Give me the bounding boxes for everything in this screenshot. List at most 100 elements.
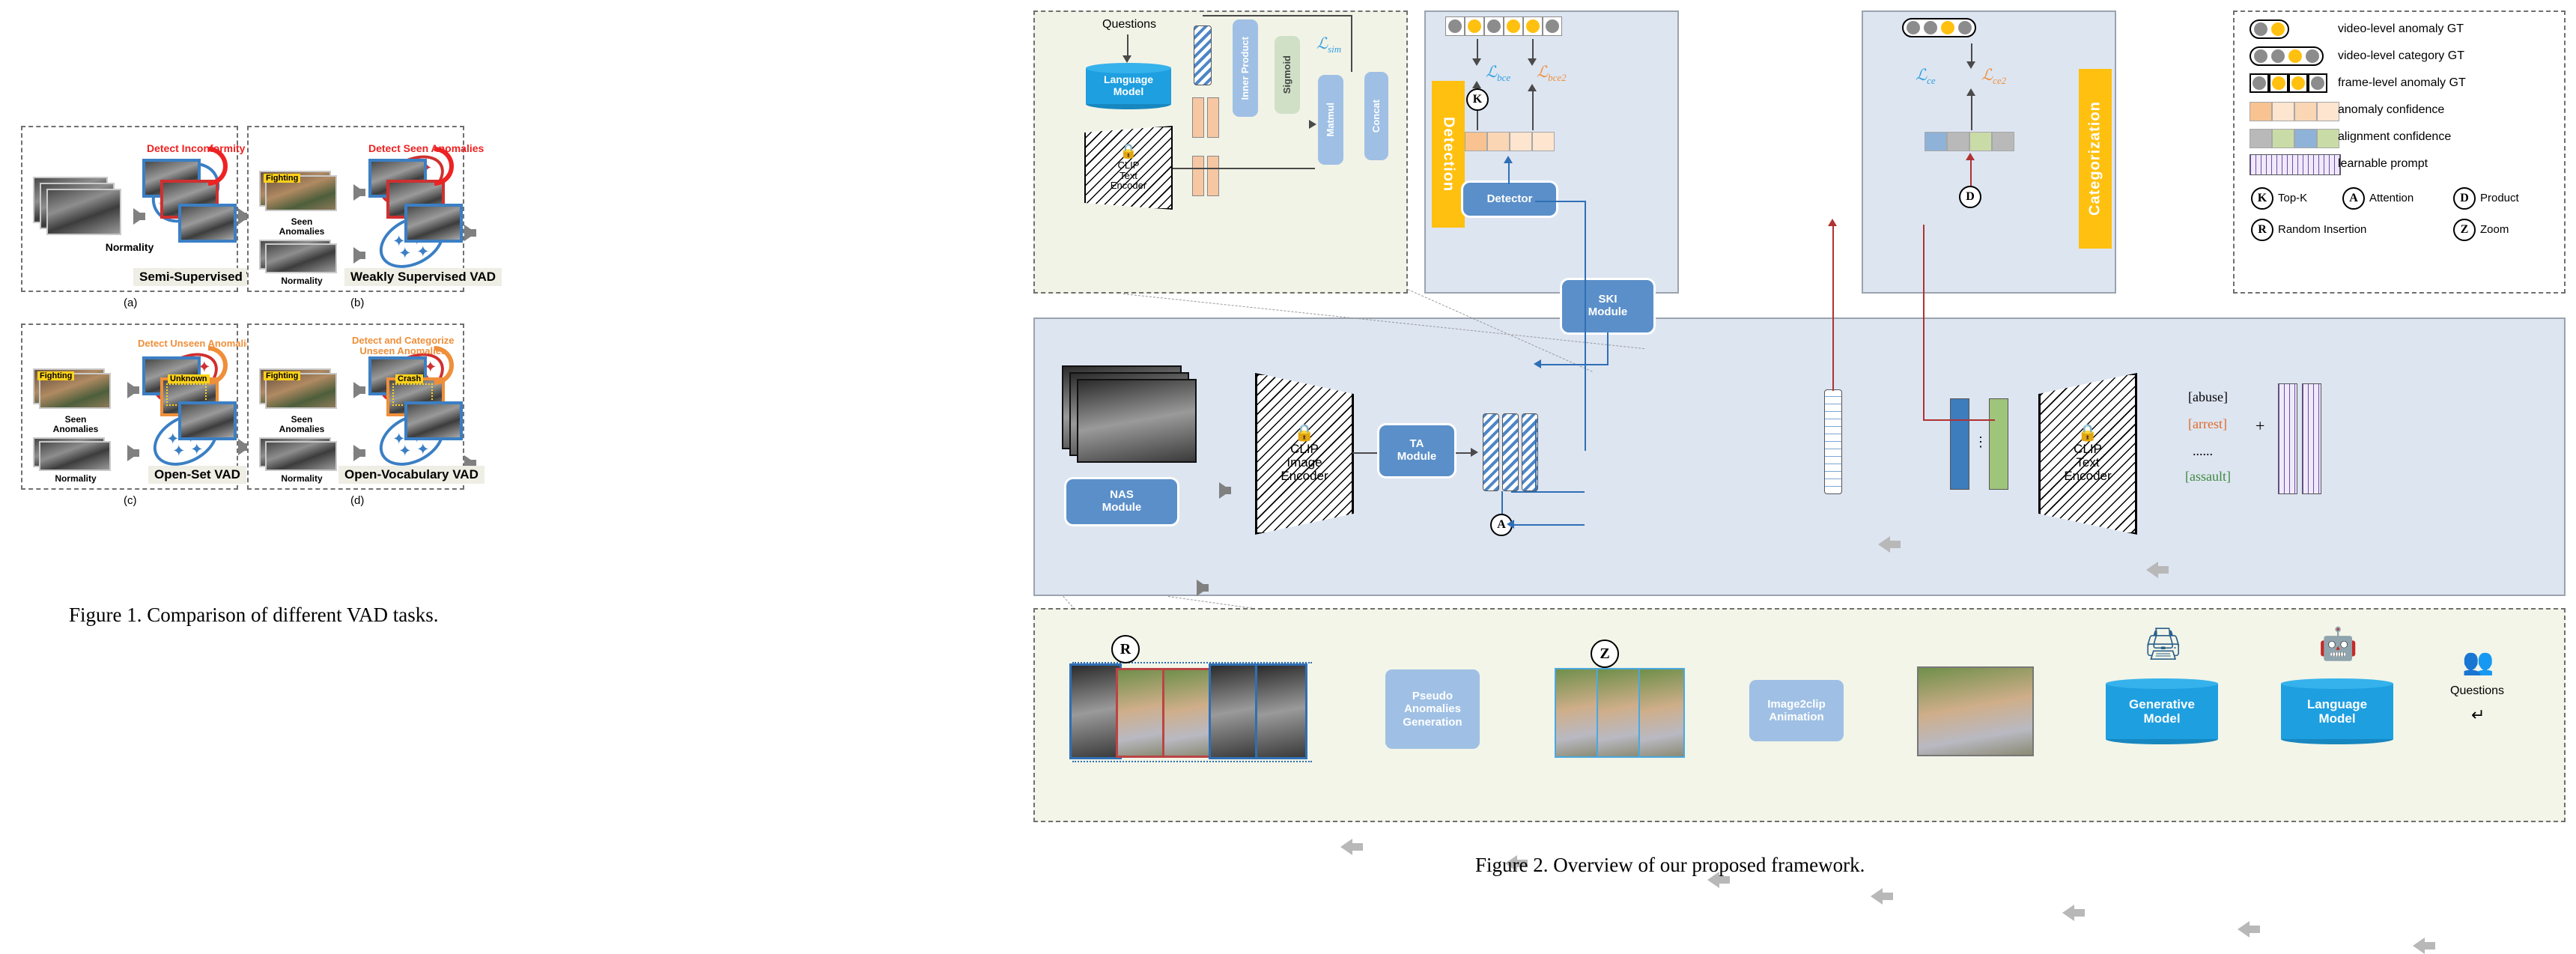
gt-cell bbox=[2269, 73, 2288, 93]
ski-text-feature-c bbox=[1192, 156, 1204, 196]
detector-box: Detector bbox=[1463, 183, 1556, 216]
detection-gt-row bbox=[1445, 16, 1562, 36]
f1c-action-text: Detect Unseen Anomalies bbox=[138, 338, 258, 349]
conf-cell bbox=[1532, 132, 1555, 151]
detector-down-hline bbox=[1511, 491, 1585, 493]
class-word-arrest: [arrest] bbox=[2188, 416, 2227, 431]
anomaly-confidence-row bbox=[1465, 132, 1555, 151]
conf-cell bbox=[1487, 132, 1510, 151]
gen-output-bottom-guide bbox=[1072, 761, 1312, 762]
image2clip-label: Image2clip Animation bbox=[1767, 697, 1826, 723]
ski-questions-arrow bbox=[1123, 55, 1131, 63]
class-word-ellipsis: ...... bbox=[2193, 443, 2213, 458]
f1c-badge: Fighting bbox=[37, 371, 75, 380]
dot-yellow bbox=[1941, 21, 1954, 34]
embedding-ellipsis: ⋮ bbox=[1974, 434, 1987, 449]
ski-matmul: Matmul bbox=[1318, 75, 1343, 165]
ski-text-feature-a bbox=[1192, 97, 1204, 138]
ski-module: SKI Module bbox=[1562, 280, 1653, 332]
align-cell bbox=[1947, 132, 1969, 151]
class-plus-sign: + bbox=[2255, 416, 2265, 435]
gen-output-frame-2 bbox=[1116, 668, 1168, 758]
legend-badge-product-label: Product bbox=[2480, 192, 2519, 204]
gt-cell bbox=[1484, 16, 1504, 36]
text-embedding-green bbox=[1989, 398, 2008, 490]
ski-loss-sim: ℒsim bbox=[1316, 34, 1342, 55]
gen-output-top-guide bbox=[1072, 662, 1312, 663]
f1d-id: (d) bbox=[350, 494, 365, 507]
ski-feature-arrow bbox=[1534, 359, 1541, 368]
generative-model: Generative Model bbox=[2106, 678, 2218, 744]
ski-inner-product-label: Inner Product bbox=[1239, 36, 1251, 100]
generation-questions-label: Questions bbox=[2450, 684, 2505, 697]
f1d-crash-label: Crash bbox=[395, 374, 424, 383]
lock-icon: 🔒 bbox=[2077, 423, 2098, 443]
langmodel-to-genmodel-arrow bbox=[2238, 921, 2260, 938]
gen-output-frame-1 bbox=[1069, 663, 1122, 759]
conf-cell bbox=[2317, 102, 2339, 121]
f1c-unknown-label: Unknown bbox=[168, 374, 210, 383]
video-to-encoder-arrow bbox=[1219, 482, 1231, 499]
ski-language-model-label: Language Model bbox=[1103, 73, 1154, 97]
ski-line-2 bbox=[1351, 15, 1352, 72]
detection-gt-arrow-1 bbox=[1472, 58, 1481, 66]
attention-arrow bbox=[1507, 520, 1514, 529]
dot-grey bbox=[1958, 21, 1972, 34]
ta-to-feat-line bbox=[1456, 452, 1472, 454]
ski-question-feature bbox=[1194, 25, 1212, 85]
anim-frame-3 bbox=[1638, 668, 1685, 758]
lock-icon: 🔒 bbox=[1120, 144, 1137, 160]
align-cell bbox=[1925, 132, 1947, 151]
ski-module-label: SKI Module bbox=[1588, 293, 1628, 318]
detection-up-line-2 bbox=[1532, 91, 1534, 130]
pseudo-to-output-arrow bbox=[1340, 839, 1363, 855]
ta-module: TA Module bbox=[1379, 425, 1454, 476]
ski-matmul-label: Matmul bbox=[1324, 103, 1336, 137]
generative-model-label: Generative Model bbox=[2129, 696, 2195, 726]
f1d-badge: Fighting bbox=[264, 371, 301, 380]
token-to-product-arrow bbox=[1828, 219, 1837, 226]
f1b-id: (b) bbox=[350, 297, 365, 309]
f1d-tag: Open-Vocabulary VAD bbox=[338, 466, 484, 484]
conf-cell bbox=[2272, 102, 2294, 121]
dot-yellow bbox=[1526, 19, 1540, 33]
random-insertion-badge: R bbox=[1111, 635, 1140, 663]
alignment-confidence-row bbox=[1925, 132, 2014, 151]
ski-line-3 bbox=[1173, 168, 1315, 169]
categorization-panel bbox=[1862, 10, 2116, 294]
legend-label-2: frame-level anomaly GT bbox=[2338, 76, 2466, 89]
topk-badge: K bbox=[1466, 88, 1489, 111]
detector-hline bbox=[1535, 201, 1586, 202]
class-word-abuse: [abuse] bbox=[2188, 389, 2228, 404]
ski-questions-label: Questions bbox=[1102, 18, 1157, 31]
pseudo-anomalies-label: Pseudo Anomalies Generation bbox=[1403, 690, 1462, 729]
clip-image-encoder: 🔒 CLIP Image Encoder bbox=[1255, 373, 1354, 535]
loss-ce: ℒce bbox=[1916, 66, 1936, 87]
f1a-id: (a) bbox=[124, 297, 138, 309]
ski-concat-label: Concat bbox=[1370, 99, 1382, 133]
legend-badge-product: D bbox=[2453, 187, 2476, 210]
gt-cell bbox=[1504, 16, 1523, 36]
align-cell bbox=[1969, 132, 1992, 151]
generated-image bbox=[1917, 666, 2034, 756]
ski-sigmoid-label: Sigmoid bbox=[1281, 55, 1292, 94]
detection-gt-line-2 bbox=[1532, 39, 1534, 60]
text-to-token-arrow bbox=[1878, 536, 1901, 553]
text-embedding-blue bbox=[1950, 398, 1969, 490]
ski-inner-product: Inner Product bbox=[1233, 19, 1258, 117]
f1b-action-text: Detect Seen Anomalies bbox=[368, 142, 484, 154]
detector-up-arrow bbox=[1504, 156, 1513, 163]
ski-clip-text-encoder-label: 🔒 CLIP Text Encoder bbox=[1110, 144, 1147, 192]
conf-cell bbox=[2250, 102, 2272, 121]
users-icon: 👥 bbox=[2462, 648, 2494, 676]
detector-label: Detector bbox=[1486, 192, 1533, 205]
nas-module-label: NAS Module bbox=[1102, 488, 1142, 514]
dot-grey bbox=[2306, 49, 2319, 63]
attention-vline bbox=[1501, 491, 1503, 514]
nas-to-encoder-arrow bbox=[1197, 580, 1209, 596]
visual-feature-2 bbox=[1502, 413, 1519, 491]
ski-language-model: Language Model bbox=[1086, 63, 1171, 109]
categorization-red-line-v bbox=[1923, 225, 1925, 419]
category-gt-row bbox=[1902, 18, 1976, 37]
dot-grey bbox=[2253, 76, 2266, 90]
